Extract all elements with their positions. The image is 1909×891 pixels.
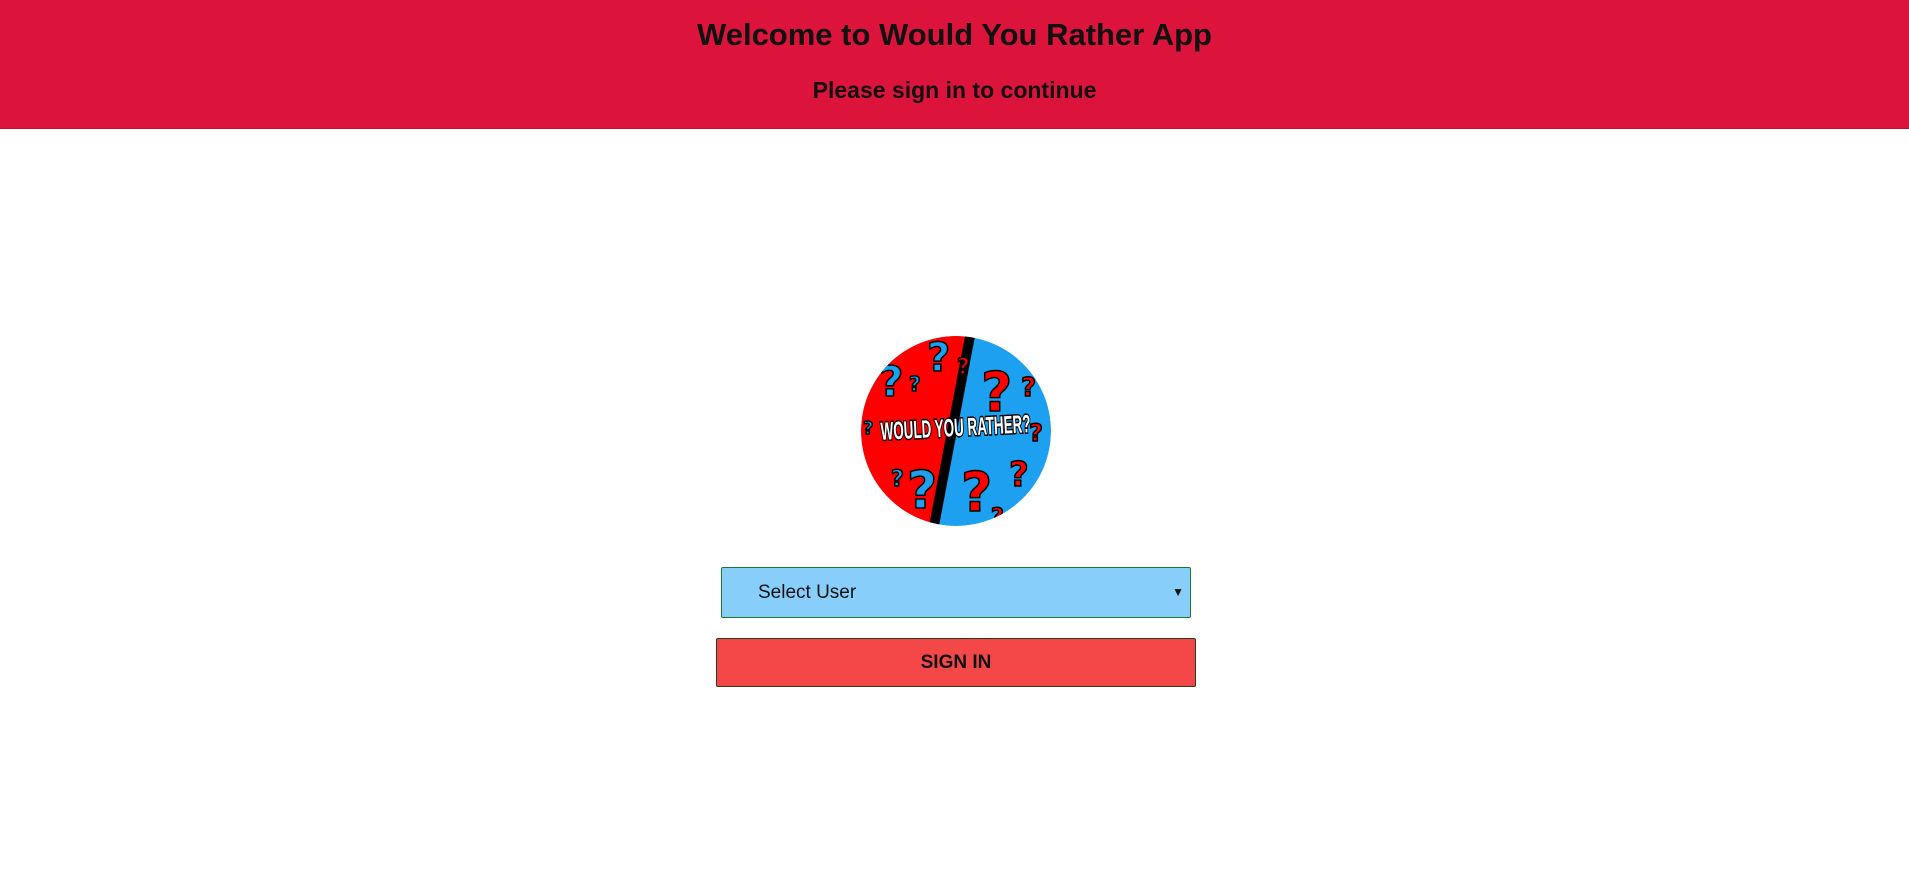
svg-text:?: ? [909, 372, 921, 396]
triangle-down-icon: ▼ [1172, 585, 1184, 599]
svg-text:?: ? [961, 461, 992, 524]
svg-text:?: ? [1021, 373, 1036, 403]
svg-text:?: ? [957, 355, 970, 380]
svg-text:?: ? [1029, 419, 1043, 447]
user-select[interactable]: Select User ▼ [721, 567, 1191, 618]
svg-text:?: ? [891, 467, 904, 492]
svg-text:?: ? [991, 505, 1004, 526]
svg-text:?: ? [927, 336, 950, 381]
user-select-value: Select User [758, 582, 857, 603]
svg-text:?: ? [907, 461, 937, 521]
app-logo: ? ? ? ? ? ? ? ? ? ? ? ? ? ? WOULD YOU RA… [861, 336, 1051, 526]
svg-text:?: ? [863, 418, 873, 439]
svg-text:?: ? [879, 357, 903, 406]
would-you-rather-logo-image: ? ? ? ? ? ? ? ? ? ? ? ? ? ? WOULD YOU RA… [861, 336, 1051, 526]
page-title: Welcome to Would You Rather App [697, 17, 1212, 52]
svg-text:?: ? [1009, 455, 1029, 495]
sign-in-button[interactable]: SIGN IN [716, 638, 1196, 687]
page-subtitle: Please sign in to continue [812, 77, 1097, 103]
svg-text:?: ? [873, 495, 888, 525]
page-header: Welcome to Would You Rather App Please s… [0, 0, 1909, 129]
